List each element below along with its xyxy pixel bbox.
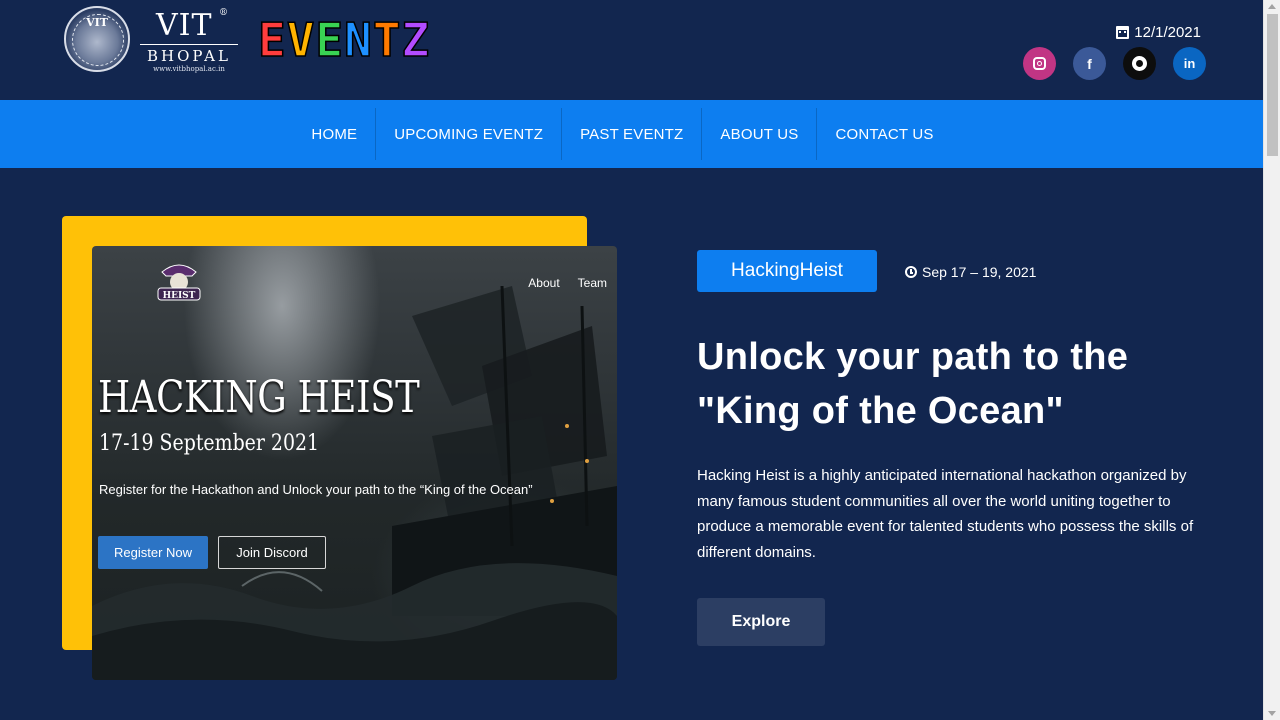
linkedin-button[interactable]: in xyxy=(1173,47,1206,80)
nav-contact-us[interactable]: CONTACT US xyxy=(817,108,951,160)
vit-logo-divider xyxy=(140,44,238,45)
nav-past-eventz[interactable]: PAST EVENTZ xyxy=(562,108,703,160)
eventz-logo-letter: E xyxy=(315,13,345,67)
hero-headline: Unlock your path to the "King of the Oce… xyxy=(697,336,1129,432)
explore-button[interactable]: Explore xyxy=(697,598,825,646)
nav-upcoming-eventz[interactable]: UPCOMING EVENTZ xyxy=(376,108,563,160)
eventz-logo-letter: Z xyxy=(401,13,431,67)
social-links: f in xyxy=(1023,47,1206,80)
poster-discord-button[interactable]: Join Discord xyxy=(218,536,326,569)
hero-description: Hacking Heist is a highly anticipated in… xyxy=(697,467,1194,561)
vit-logo-url: www.vitbhopal.ac.in xyxy=(153,65,225,73)
instagram-button[interactable] xyxy=(1023,47,1056,80)
vit-seal-logo[interactable]: VIT xyxy=(64,6,130,72)
linkedin-icon: in xyxy=(1183,56,1196,71)
event-date: Sep 17 – 19, 2021 xyxy=(905,264,1036,280)
eventz-logo-letter: V xyxy=(286,13,316,67)
scroll-down-arrow-icon[interactable] xyxy=(1268,711,1276,716)
poster-nav-about[interactable]: About xyxy=(528,276,559,290)
facebook-button[interactable]: f xyxy=(1073,47,1106,80)
poster-nav-team[interactable]: Team xyxy=(578,276,607,290)
poster-date: 17-19 September 2021 xyxy=(99,431,320,456)
hacking-heist-logo-text: HEIST xyxy=(163,291,196,301)
github-button[interactable] xyxy=(1123,47,1156,80)
github-icon xyxy=(1132,56,1147,71)
poster-tagline: Register for the Hackathon and Unlock yo… xyxy=(99,482,533,497)
nav-home[interactable]: HOME xyxy=(311,108,377,160)
current-date-text: 12/1/2021 xyxy=(1134,24,1201,41)
page-scrollbar[interactable] xyxy=(1263,0,1280,720)
nav-about-us[interactable]: ABOUT US xyxy=(702,108,818,160)
vit-registered-mark: ® xyxy=(219,8,228,18)
facebook-icon: f xyxy=(1087,55,1092,72)
vit-logo-name: VIT xyxy=(156,8,213,43)
event-tag-button[interactable]: HackingHeist xyxy=(697,250,877,292)
eventz-logo-letter: N xyxy=(343,13,373,67)
calendar-icon xyxy=(1116,26,1130,39)
eventz-logo-letter: T xyxy=(372,13,402,67)
poster-register-button[interactable]: Register Now xyxy=(98,536,208,569)
event-poster[interactable]: HEIST About Team HACKING HEIST 17-19 Sep… xyxy=(92,246,617,680)
vit-logo-subtitle: BHOPAL xyxy=(147,47,231,65)
scroll-up-arrow-icon[interactable] xyxy=(1268,4,1276,9)
scrollbar-thumb[interactable] xyxy=(1267,14,1278,156)
poster-title: HACKING HEIST xyxy=(98,372,420,423)
eventz-logo[interactable]: EVENTZ xyxy=(257,13,431,67)
hacking-heist-logo: HEIST xyxy=(157,264,201,301)
main-nav: HOME UPCOMING EVENTZ PAST EVENTZ ABOUT U… xyxy=(0,100,1263,168)
instagram-icon xyxy=(1033,57,1046,70)
eventz-logo-letter: E xyxy=(257,13,287,67)
site-header: VIT VIT ® BHOPAL www.vitbhopal.ac.in EVE… xyxy=(0,0,1263,100)
current-date: 12/1/2021 xyxy=(1116,24,1201,41)
event-date-text: Sep 17 – 19, 2021 xyxy=(922,264,1037,280)
poster-nav: About Team xyxy=(528,276,607,290)
clock-icon xyxy=(905,266,917,278)
vit-seal-text: VIT xyxy=(86,16,108,29)
